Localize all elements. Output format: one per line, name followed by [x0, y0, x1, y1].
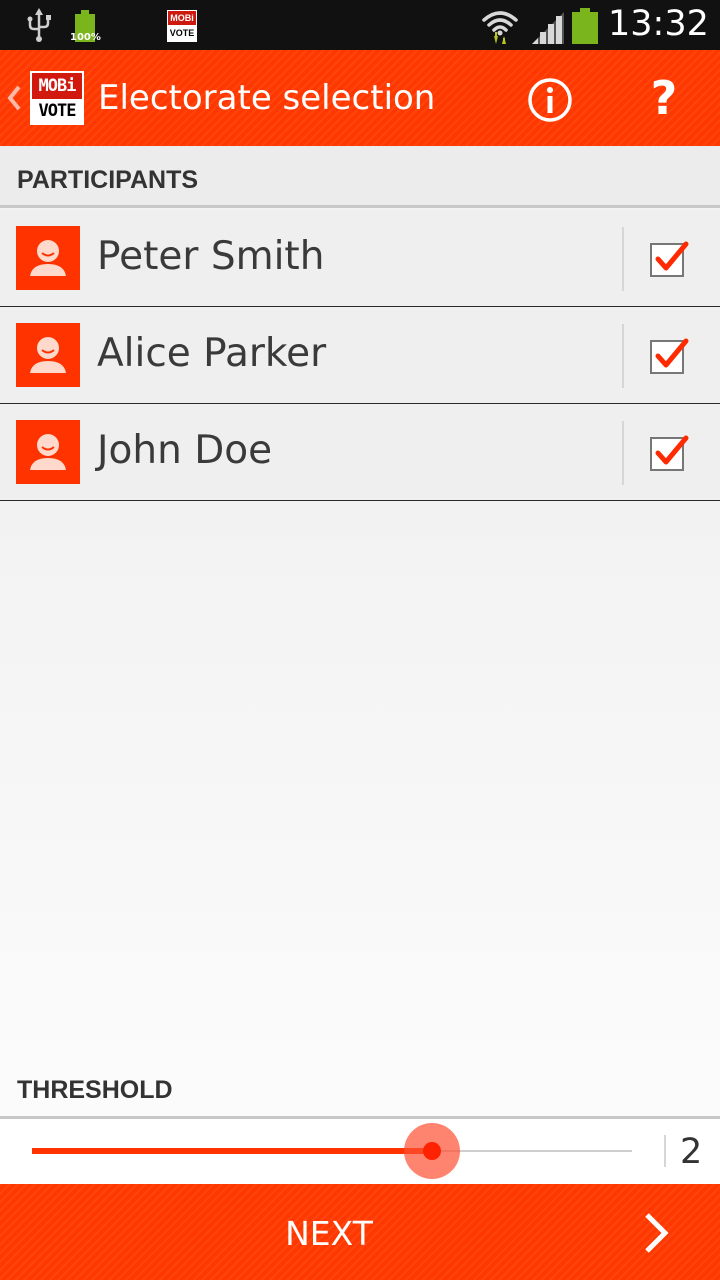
page-title: Electorate selection [98, 78, 436, 118]
checkbox-checked[interactable] [648, 335, 692, 377]
divider [622, 227, 624, 291]
list-item[interactable]: Peter Smith [0, 210, 720, 307]
list-item[interactable]: John Doe [0, 404, 720, 501]
status-bar: 100% MOBi VOTE 13:32 [0, 0, 720, 50]
avatar-icon [16, 226, 80, 290]
divider [664, 1135, 666, 1167]
divider [622, 421, 624, 485]
clock: 13:32 [608, 4, 709, 44]
action-bar: MOBi VOTE Electorate selection ? [0, 50, 720, 146]
back-chevron-icon[interactable] [6, 84, 22, 112]
participant-name: John Doe [97, 428, 273, 473]
threshold-header-label: THRESHOLD [17, 1076, 173, 1104]
info-icon[interactable] [526, 76, 574, 124]
slider-thumb[interactable] [404, 1123, 461, 1179]
participant-name: Alice Parker [97, 331, 327, 376]
battery-percent: 100% [70, 32, 101, 43]
wifi-icon [482, 11, 518, 44]
threshold-value: 2 [680, 1132, 703, 1172]
list-item[interactable]: Alice Parker [0, 307, 720, 404]
threshold-slider-row: 2 [0, 1119, 720, 1184]
help-icon[interactable]: ? [644, 74, 684, 122]
avatar-icon [16, 420, 80, 484]
checkbox-checked[interactable] [648, 432, 692, 474]
participants-list: Peter Smith Alice Parker John Doe [0, 210, 720, 501]
app-notification-icon: MOBi VOTE [167, 10, 197, 42]
avatar-icon [16, 323, 80, 387]
participants-header: PARTICIPANTS [0, 146, 720, 208]
app-logo[interactable]: MOBi VOTE [30, 71, 84, 125]
battery-icon [572, 8, 598, 44]
slider-fill [32, 1148, 433, 1154]
chevron-right-icon [645, 1213, 669, 1253]
participants-header-label: PARTICIPANTS [17, 166, 199, 194]
divider [622, 324, 624, 388]
participant-name: Peter Smith [97, 234, 325, 279]
empty-area [0, 501, 720, 1063]
signal-icon [532, 12, 564, 44]
next-button[interactable]: NEXT [0, 1184, 720, 1280]
threshold-header: THRESHOLD [0, 1063, 720, 1119]
usb-icon [27, 8, 51, 42]
next-button-label: NEXT [285, 1214, 373, 1253]
checkbox-checked[interactable] [648, 238, 692, 280]
